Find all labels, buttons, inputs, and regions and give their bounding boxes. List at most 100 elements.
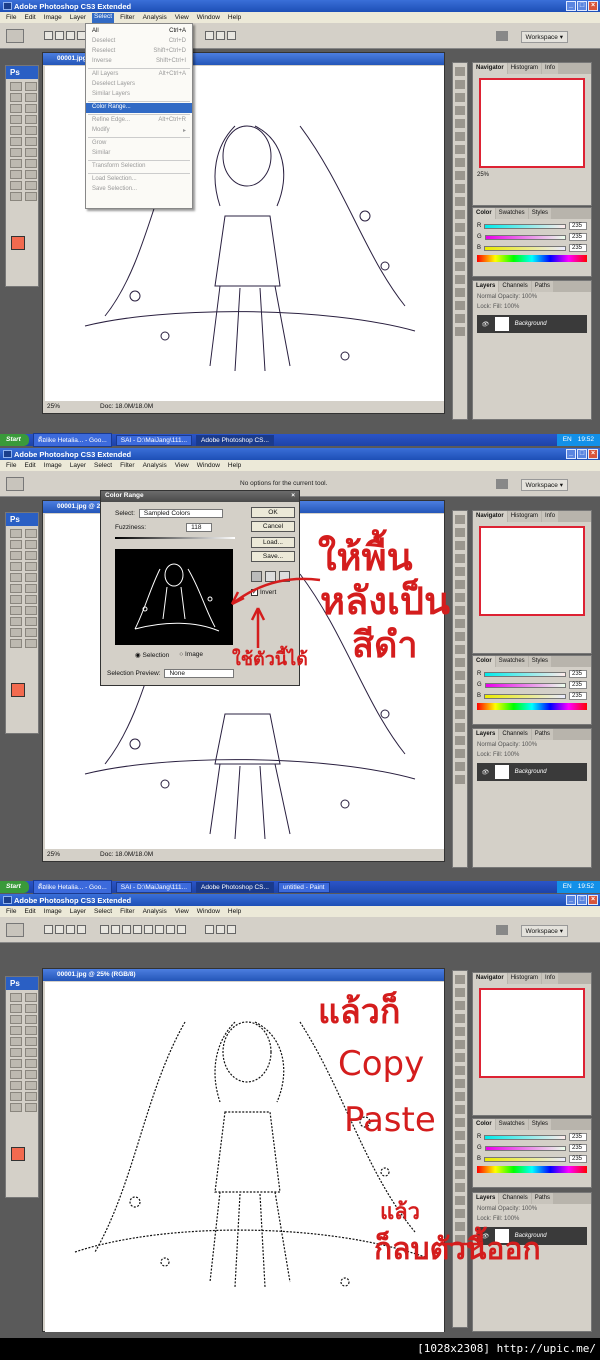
select-menu-item[interactable]: Load Selection... xyxy=(86,175,192,185)
menu-image[interactable]: Image xyxy=(44,908,62,917)
close-button[interactable]: × xyxy=(588,895,598,905)
tab-channels[interactable]: Channels xyxy=(499,729,531,740)
color-spectrum[interactable] xyxy=(477,703,587,710)
tab-histogram[interactable]: Histogram xyxy=(507,63,542,74)
save-button[interactable]: Save... xyxy=(251,551,295,562)
menu-edit[interactable]: Edit xyxy=(24,462,35,471)
maximize-button[interactable]: □ xyxy=(577,895,587,905)
tab-color[interactable]: Color xyxy=(473,656,495,667)
tool-grid[interactable] xyxy=(6,526,38,651)
fill-value[interactable]: 100% xyxy=(504,304,519,310)
tab-paths[interactable]: Paths xyxy=(531,281,554,292)
blend-mode[interactable]: Normal xyxy=(477,294,496,300)
tool-grid[interactable] xyxy=(6,990,38,1115)
layer-row-background[interactable]: 👁 Background xyxy=(477,315,587,333)
workspace-button[interactable]: Workspace ▾ xyxy=(520,31,568,43)
tab-color[interactable]: Color xyxy=(473,1119,495,1130)
dialog-close-icon[interactable]: × xyxy=(291,492,295,501)
navigator-thumbnail[interactable] xyxy=(479,988,585,1078)
select-menu-item[interactable]: Deselect Ctrl+D xyxy=(86,37,192,47)
tab-channels[interactable]: Channels xyxy=(499,281,531,292)
menu-select[interactable]: Select xyxy=(94,462,112,471)
minimize-button[interactable]: _ xyxy=(566,449,576,459)
select-menu-item[interactable]: Reselect Shift+Ctrl+D xyxy=(86,47,192,57)
task-sai[interactable]: SAI - D:\MaiJang\111... xyxy=(115,881,192,893)
eyedropper-tool-icon[interactable] xyxy=(6,477,24,491)
menu-filter[interactable]: Filter xyxy=(120,14,134,23)
menu-layer[interactable]: Layer xyxy=(70,462,86,471)
select-menu-item[interactable]: Transform Selection xyxy=(86,162,192,172)
channel-r-value[interactable]: 235 xyxy=(569,1133,587,1141)
tab-info[interactable]: Info xyxy=(542,973,559,984)
menu-layer[interactable]: Layer xyxy=(70,908,86,917)
task-photoshop[interactable]: Adobe Photoshop CS... xyxy=(196,434,274,446)
menu-layer[interactable]: Layer xyxy=(70,14,86,23)
fill-value[interactable]: 100% xyxy=(504,752,519,758)
task-browser[interactable]: คือlike Hetalia... - Goo... xyxy=(32,880,112,894)
menu-view[interactable]: View xyxy=(175,14,189,23)
menu-view[interactable]: View xyxy=(175,462,189,471)
select-menu-item[interactable]: Similar xyxy=(86,149,192,159)
selection-mode-buttons[interactable] xyxy=(44,31,86,40)
foreground-color-swatch[interactable] xyxy=(11,236,25,250)
load-button[interactable]: Load... xyxy=(251,537,295,548)
menu-file[interactable]: File xyxy=(6,908,16,917)
blend-mode[interactable]: Normal xyxy=(477,742,496,748)
select-menu-item[interactable]: Deselect Layers xyxy=(86,80,192,90)
maximize-button[interactable]: □ xyxy=(577,1,587,11)
channel-b-value[interactable]: 235 xyxy=(569,692,587,700)
select-dropdown[interactable]: Sampled Colors xyxy=(138,509,223,518)
navigator-thumbnail[interactable] xyxy=(479,78,585,168)
tab-swatches[interactable]: Swatches xyxy=(495,208,528,219)
color-spectrum[interactable] xyxy=(477,255,587,262)
tab-layers[interactable]: Layers xyxy=(473,281,499,292)
menu-file[interactable]: File xyxy=(6,462,16,471)
fuzziness-slider[interactable] xyxy=(115,537,235,539)
minimize-button[interactable]: _ xyxy=(566,1,576,11)
select-menu-item[interactable]: All Layers Alt+Ctrl+A xyxy=(86,70,192,80)
tab-navigator[interactable]: Navigator xyxy=(473,973,507,984)
workspace-button[interactable]: Workspace ▾ xyxy=(520,479,568,491)
tab-info[interactable]: Info xyxy=(542,511,559,522)
tool-grid[interactable] xyxy=(6,79,38,204)
menu-analysis[interactable]: Analysis xyxy=(143,908,167,917)
tab-paths[interactable]: Paths xyxy=(531,1193,554,1204)
eye-icon[interactable]: 👁 xyxy=(481,321,489,328)
layer-row-background[interactable]: 👁 Background xyxy=(477,763,587,781)
tab-navigator[interactable]: Navigator xyxy=(473,63,507,74)
start-button[interactable]: Start xyxy=(0,434,29,446)
blend-mode[interactable]: Normal xyxy=(477,1206,496,1212)
close-button[interactable]: × xyxy=(588,449,598,459)
align-buttons[interactable] xyxy=(205,925,236,934)
task-photoshop[interactable]: Adobe Photoshop CS... xyxy=(196,881,274,893)
marquee-tool-icon[interactable] xyxy=(6,29,24,43)
menu-analysis[interactable]: Analysis xyxy=(143,14,167,23)
menu-image[interactable]: Image xyxy=(44,462,62,471)
channel-r-value[interactable]: 235 xyxy=(569,670,587,678)
fuzziness-input[interactable]: 118 xyxy=(186,523,213,532)
channel-b-value[interactable]: 235 xyxy=(569,1155,587,1163)
foreground-color-swatch[interactable] xyxy=(11,1147,25,1161)
menu-window[interactable]: Window xyxy=(197,462,220,471)
channel-b-value[interactable]: 235 xyxy=(569,244,587,252)
menu-window[interactable]: Window xyxy=(197,908,220,917)
tab-navigator[interactable]: Navigator xyxy=(473,511,507,522)
eye-icon[interactable]: 👁 xyxy=(481,769,489,776)
menu-help[interactable]: Help xyxy=(228,14,241,23)
task-sai[interactable]: SAI - D:\MaiJang\111... xyxy=(115,434,192,446)
tab-info[interactable]: Info xyxy=(542,63,559,74)
select-menu-item[interactable]: Grow xyxy=(86,139,192,149)
navigator-thumbnail[interactable] xyxy=(479,526,585,616)
channel-g-value[interactable]: 235 xyxy=(569,1144,587,1152)
minimize-button[interactable]: _ xyxy=(566,895,576,905)
close-button[interactable]: × xyxy=(588,1,598,11)
menu-file[interactable]: File xyxy=(6,14,16,23)
tab-styles[interactable]: Styles xyxy=(528,208,552,219)
tab-styles[interactable]: Styles xyxy=(528,1119,552,1130)
channel-g-value[interactable]: 235 xyxy=(569,233,587,241)
panel-dock-strip[interactable] xyxy=(452,970,468,1328)
select-menu-item[interactable]: Similar Layers xyxy=(86,90,192,100)
tab-color[interactable]: Color xyxy=(473,208,495,219)
fill-value[interactable]: 100% xyxy=(504,1216,519,1222)
tab-styles[interactable]: Styles xyxy=(528,656,552,667)
